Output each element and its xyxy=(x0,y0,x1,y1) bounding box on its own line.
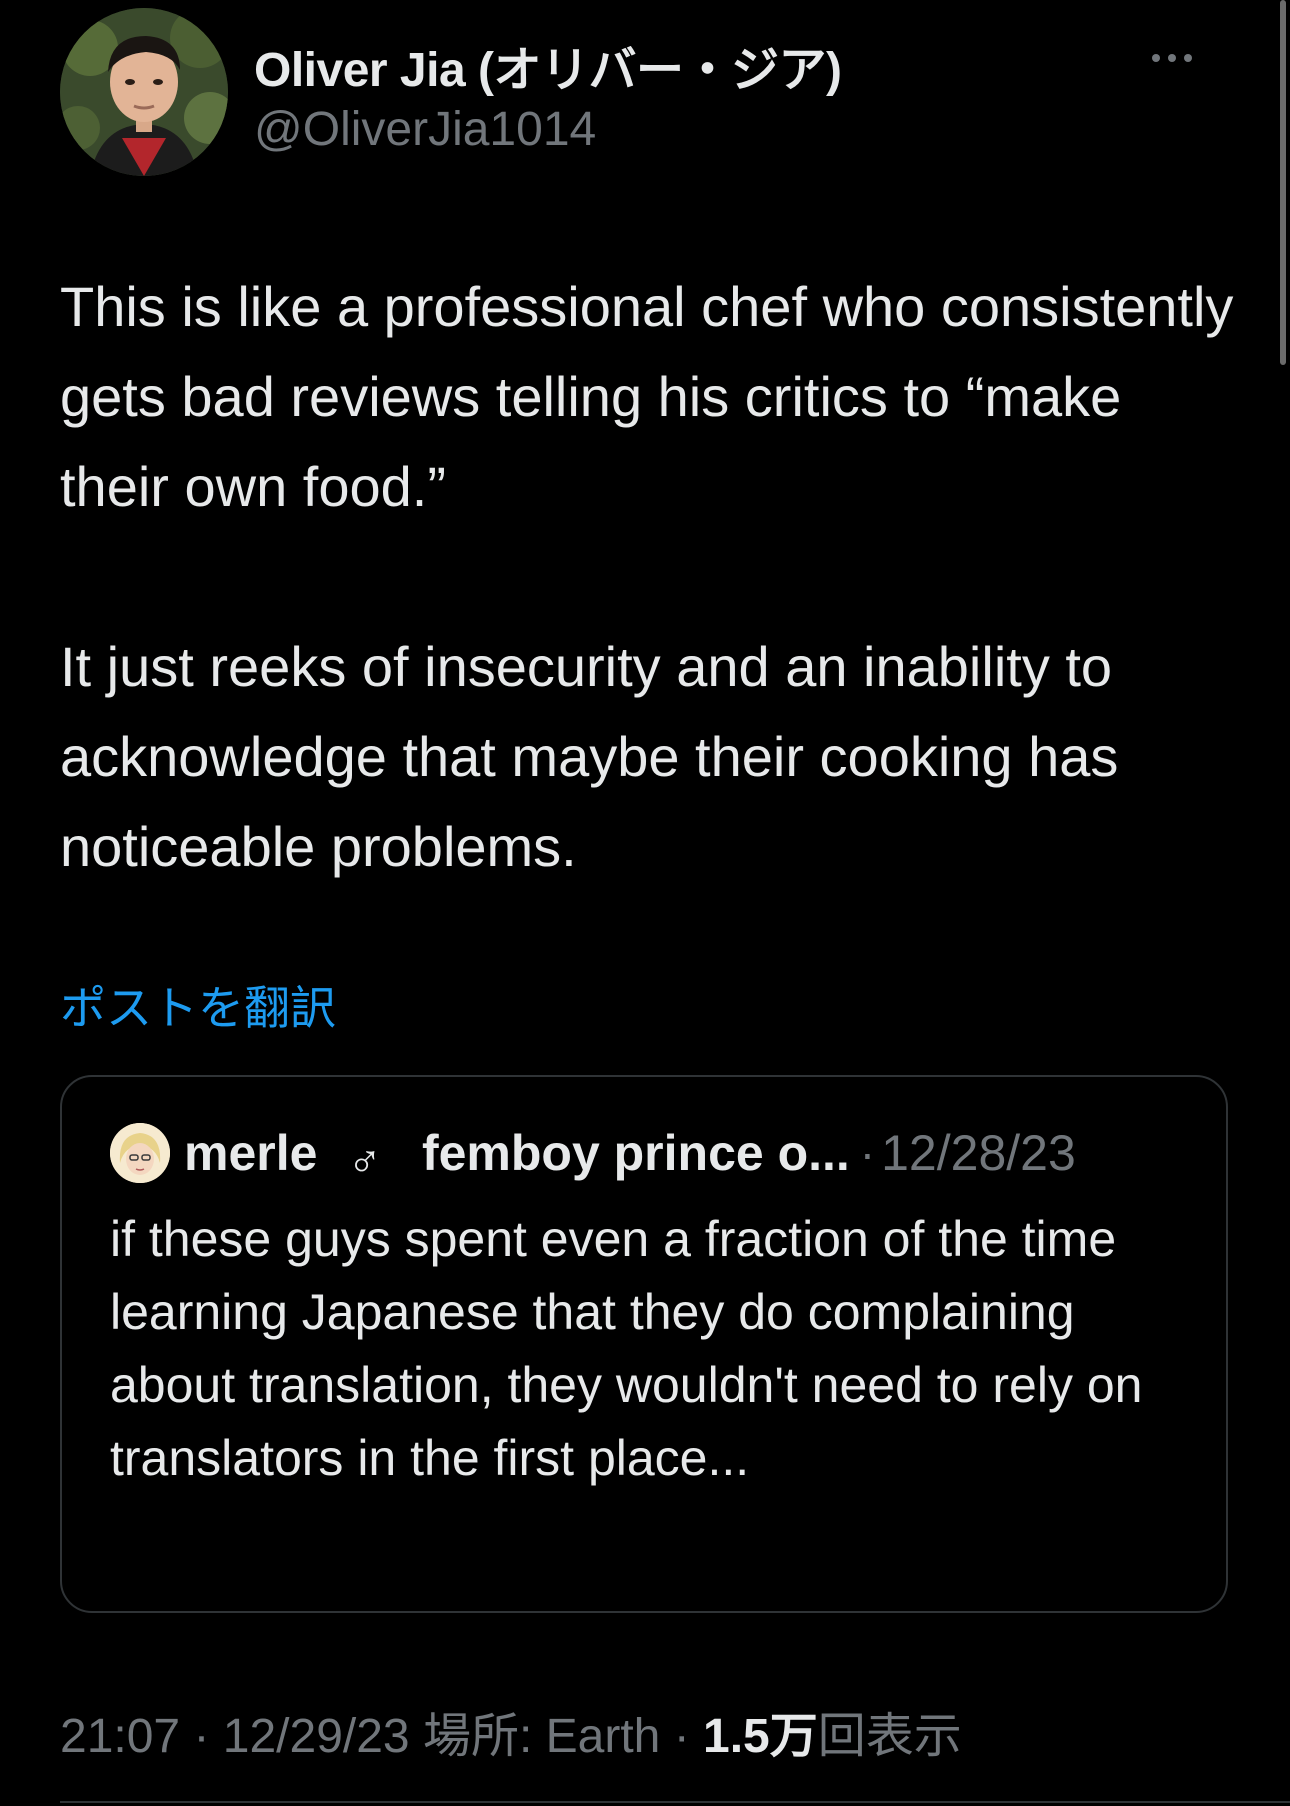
quoted-author-name[interactable]: merle xyxy=(184,1124,317,1182)
male-symbol-icon: ♂ xyxy=(347,1135,382,1187)
author-name[interactable]: Oliver Jia (オリバー・ジア) xyxy=(254,30,842,100)
tweet-text: This is like a professional chef who con… xyxy=(60,262,1240,892)
more-options-icon[interactable] xyxy=(1142,38,1202,78)
views-count: 1.5万 xyxy=(703,1710,818,1763)
separator-dot: · xyxy=(859,1127,876,1179)
timestamp-location[interactable]: 21:07 · 12/29/23 場所: Earth · xyxy=(60,1710,703,1763)
quoted-tweet-date[interactable]: 12/28/23 xyxy=(881,1124,1076,1182)
more-dot xyxy=(1168,54,1176,62)
more-dot xyxy=(1184,54,1192,62)
tweet-paragraph-1: This is like a professional chef who con… xyxy=(60,275,1234,518)
quoted-tweet-header: merle ♂ femboy prince o... · 12/28/23 xyxy=(110,1121,1076,1187)
tweet-header: Oliver Jia (オリバー・ジア) @OliverJia1014 xyxy=(60,8,1230,178)
cartoon-avatar-icon xyxy=(110,1123,170,1183)
author-avatar[interactable] xyxy=(60,8,228,176)
profile-photo-icon xyxy=(60,8,228,176)
tweet-detail-page: Oliver Jia (オリバー・ジア) @OliverJia1014 This… xyxy=(0,0,1290,1806)
tweet-meta: 21:07 · 12/29/23 場所: Earth · 1.5万回表示 xyxy=(60,1696,962,1766)
divider xyxy=(60,1801,1290,1803)
author-handle[interactable]: @OliverJia1014 xyxy=(254,102,596,157)
quoted-tweet-card[interactable]: merle ♂ femboy prince o... · 12/28/23 if… xyxy=(60,1075,1228,1613)
quoted-author-display[interactable]: femboy prince o... xyxy=(422,1124,850,1182)
tweet-paragraph-2: It just reeks of insecurity and an inabi… xyxy=(60,635,1119,878)
quoted-author-avatar[interactable] xyxy=(110,1123,170,1183)
quoted-tweet-text: if these guys spent even a fraction of t… xyxy=(110,1211,1143,1486)
views-label: 回表示 xyxy=(817,1710,962,1763)
more-dot xyxy=(1152,54,1160,62)
scrollbar[interactable] xyxy=(1280,0,1286,365)
translate-post-link[interactable]: ポストを翻訳 xyxy=(60,972,336,1038)
